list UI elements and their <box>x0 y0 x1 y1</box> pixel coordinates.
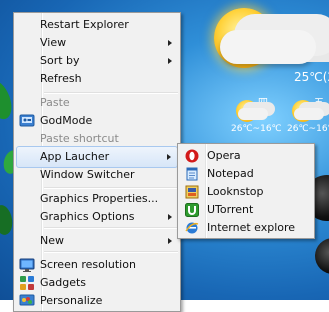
forecast-day-label: 四 <box>258 98 268 109</box>
submenu-arrow-icon <box>168 214 172 220</box>
cloud-icon <box>220 30 316 64</box>
menu-separator <box>44 227 178 229</box>
menu-item-personalize[interactable]: Personalize <box>16 290 178 312</box>
menu-item-label: Screen resolution <box>40 258 136 271</box>
notepad-icon <box>186 167 198 181</box>
godmode-icon <box>19 114 35 127</box>
submenu-item-internet-explorer[interactable]: Internet explore <box>180 219 312 237</box>
submenu-item-notepad[interactable]: Notepad <box>180 165 312 183</box>
desktop-context-menu: Restart Explorer View Sort by Refresh Pa… <box>13 12 181 312</box>
weather-gadget[interactable]: 25℃(2 四 26℃~16℃ 五 26℃~16℃ <box>196 0 329 140</box>
current-temperature: 25℃(2 <box>294 70 329 84</box>
menu-item-label: Personalize <box>40 294 103 307</box>
internet-explorer-icon <box>185 222 199 234</box>
menu-item-label: View <box>40 36 67 49</box>
submenu-item-utorrent[interactable]: UTorrent <box>180 201 312 219</box>
forecast-day: 五 26℃~16℃ <box>284 94 329 138</box>
menu-item-label: Graphics Properties... <box>40 192 159 205</box>
menu-separator <box>44 251 178 253</box>
forecast-day-label: 五 <box>314 98 324 109</box>
menu-item-label: Paste shortcut <box>40 132 119 145</box>
submenu-item-label: Internet explore <box>207 221 296 234</box>
submenu-item-label: UTorrent <box>207 203 254 216</box>
menu-item-label: Restart Explorer <box>40 18 129 31</box>
desktop-disc-icon[interactable] <box>315 238 329 274</box>
submenu-item-looknstop[interactable]: Looknstop <box>180 183 312 201</box>
menu-item-label: App Laucher <box>40 150 110 163</box>
cloud-icon <box>238 108 268 120</box>
menu-item-window-switcher[interactable]: Window Switcher <box>16 164 178 186</box>
cloud-icon <box>294 108 324 120</box>
utorrent-icon <box>185 203 199 217</box>
submenu-arrow-icon <box>168 238 172 244</box>
opera-icon <box>185 149 199 163</box>
submenu-item-opera[interactable]: Opera <box>180 147 312 165</box>
menu-item-label: Window Switcher <box>40 168 135 181</box>
looknstop-icon <box>185 185 199 199</box>
menu-item-new[interactable]: New <box>16 230 178 252</box>
forecast-temp-range: 26℃~16℃ <box>231 124 282 134</box>
forecast-temp-range: 26℃~16℃ <box>287 124 329 134</box>
forecast-day: 四 26℃~16℃ <box>228 94 282 138</box>
menu-item-label: GodMode <box>40 114 93 127</box>
menu-item-label: Gadgets <box>40 276 87 289</box>
submenu-arrow-icon <box>167 154 171 160</box>
menu-item-label: Paste <box>40 96 70 109</box>
menu-item-graphics-options[interactable]: Graphics Options <box>16 206 178 228</box>
menu-item-refresh[interactable]: Refresh <box>16 68 178 90</box>
submenu-arrow-icon <box>168 58 172 64</box>
menu-item-label: Graphics Options <box>40 210 135 223</box>
submenu-item-label: Notepad <box>207 167 254 180</box>
submenu-arrow-icon <box>168 40 172 46</box>
submenu-item-label: Opera <box>207 149 241 162</box>
personalize-icon <box>19 294 35 306</box>
screen-resolution-icon <box>19 258 35 272</box>
menu-item-label: Sort by <box>40 54 80 67</box>
menu-item-label: New <box>40 234 64 247</box>
gadgets-icon <box>20 276 34 290</box>
menu-item-label: Refresh <box>40 72 82 85</box>
submenu-item-label: Looknstop <box>207 185 264 198</box>
app-launcher-submenu: Opera Notepad Looknstop UTorrent Interne… <box>177 143 315 239</box>
